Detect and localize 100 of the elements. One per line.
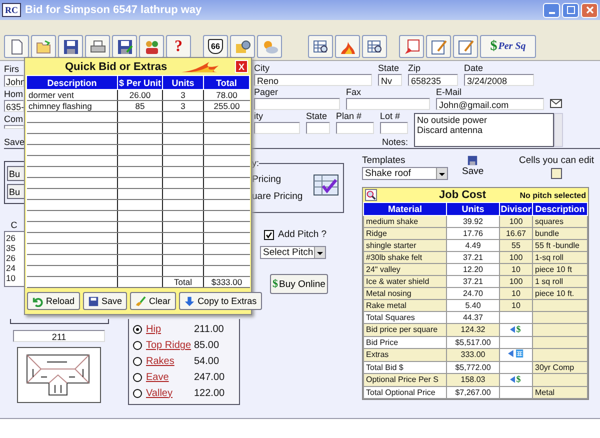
close-button[interactable]: [581, 2, 598, 18]
table-cell[interactable]: 37.21: [446, 252, 500, 264]
option-button[interactable]: Bu: [7, 184, 25, 199]
radio-button[interactable]: [133, 388, 142, 398]
field-label: Com: [4, 114, 24, 125]
calculator-button[interactable]: [508, 348, 524, 358]
table-cell[interactable]: 17.76: [446, 228, 500, 240]
close-button[interactable]: X: [235, 60, 248, 73]
list-item[interactable]: 35: [6, 243, 23, 253]
table-search-button[interactable]: [308, 35, 333, 58]
save-edit-button[interactable]: [112, 35, 137, 58]
spreadsheet-check-icon[interactable]: [312, 174, 339, 196]
status-text: No pitch selected: [520, 190, 586, 200]
print-button[interactable]: [85, 35, 110, 58]
phone-field[interactable]: 635-: [4, 100, 24, 112]
table-cell[interactable]: 158.03: [446, 374, 500, 386]
list-item[interactable]: 26: [6, 233, 23, 243]
table-search-button[interactable]: [362, 35, 387, 58]
new-button[interactable]: [4, 35, 29, 58]
field-label: Zip: [408, 63, 422, 74]
table-cell[interactable]: 37.21: [446, 276, 500, 288]
table-cell: 1 sq roll: [532, 276, 588, 288]
scrollbar[interactable]: [554, 113, 563, 147]
plan-number-field[interactable]: [336, 122, 374, 134]
checkbox-label[interactable]: Add Pitch ?: [278, 229, 327, 240]
field-label: Save: [4, 137, 24, 148]
option-button[interactable]: Bu: [7, 166, 25, 181]
radio-button[interactable]: [133, 356, 142, 366]
table-cell[interactable]: $7,267.00: [446, 386, 500, 398]
flames-button[interactable]: [335, 35, 360, 58]
radio-label[interactable]: Hip: [146, 324, 194, 336]
save-button[interactable]: [58, 35, 83, 58]
table-cell[interactable]: 5.40: [446, 300, 500, 312]
edit-doc-button[interactable]: [426, 35, 451, 58]
pager-field[interactable]: [254, 98, 340, 110]
field-label: ity: [254, 111, 264, 122]
save-button[interactable]: Save: [82, 292, 128, 310]
clear-button[interactable]: Clear: [130, 292, 176, 310]
brush-icon: [135, 296, 146, 306]
radio-button[interactable]: [133, 372, 142, 382]
table-cell[interactable]: 4.49: [446, 240, 500, 252]
floppy-icon: [88, 296, 99, 306]
option-label[interactable]: uare Pricing: [252, 191, 303, 202]
reload-button[interactable]: Reload: [27, 292, 80, 310]
checkbox[interactable]: [264, 230, 274, 240]
state-field[interactable]: [306, 122, 330, 134]
radio-label[interactable]: Eave: [146, 372, 194, 383]
email-field[interactable]: John@gmail.com: [436, 98, 544, 110]
table-cell[interactable]: 44.37: [446, 312, 500, 324]
table-cell: Bid Price: [364, 336, 446, 348]
open-button[interactable]: [31, 35, 56, 58]
table-cell[interactable]: 24.70: [446, 288, 500, 300]
table-cell: 78.00: [204, 90, 250, 100]
list-item[interactable]: 24: [6, 263, 23, 273]
length-field[interactable]: 211: [13, 330, 105, 342]
table-cell[interactable]: 333.00: [446, 348, 500, 362]
city-field[interactable]: [254, 122, 300, 134]
option-label[interactable]: Pricing: [252, 174, 303, 185]
notes-field[interactable]: No outside power Discard antenna: [414, 113, 554, 147]
zip-field[interactable]: 658235: [408, 74, 458, 86]
table-cell: 255.00: [204, 100, 250, 112]
save-button[interactable]: Save: [462, 155, 484, 177]
lot-number-field[interactable]: [380, 122, 408, 134]
table-cell: $333.00: [204, 276, 250, 288]
copy-button[interactable]: Copy to Extras: [178, 292, 262, 310]
radio-label[interactable]: Top Ridge: [146, 340, 194, 352]
table-cell[interactable]: $5,772.00: [446, 362, 500, 374]
envelope-icon[interactable]: [550, 99, 562, 108]
template-dropdown[interactable]: Shake roof: [362, 167, 448, 180]
table-cell[interactable]: 12.20: [446, 264, 500, 276]
state-field[interactable]: Nv: [378, 74, 402, 86]
per-square-button[interactable]: $Per Sq: [480, 35, 536, 58]
table-cell[interactable]: $5,517.00: [446, 336, 500, 348]
check-icon: [265, 230, 273, 238]
search-button[interactable]: [365, 189, 377, 201]
list-box[interactable]: 26 35 26 24 10: [4, 231, 24, 287]
minimize-button[interactable]: [543, 2, 560, 18]
table-cell[interactable]: 124.32: [446, 324, 500, 336]
help-button[interactable]: ?: [166, 35, 191, 58]
radio-label[interactable]: Valley: [146, 388, 194, 399]
pitch-dropdown[interactable]: Select Pitch: [260, 246, 326, 259]
list-item[interactable]: 26: [6, 253, 23, 263]
city-field[interactable]: Reno: [254, 74, 372, 86]
radio-label[interactable]: Rakes: [146, 356, 194, 367]
field-label: Lot #: [380, 111, 402, 122]
maximize-button[interactable]: [562, 2, 579, 18]
radio-button[interactable]: [133, 341, 142, 350]
edit-note-button[interactable]: [453, 35, 478, 58]
company-field[interactable]: [4, 125, 24, 129]
stamp-button[interactable]: [399, 35, 424, 58]
buy-online-button[interactable]: $Buy Online: [270, 274, 328, 294]
date-field[interactable]: 3/24/2008: [464, 74, 534, 86]
highway-sign-button[interactable]: 66: [203, 35, 228, 58]
flame-icon: [181, 60, 220, 73]
radio-button[interactable]: [133, 325, 142, 334]
table-cell[interactable]: 39.92: [446, 216, 500, 228]
people-button[interactable]: [139, 35, 164, 58]
fax-field[interactable]: [346, 98, 430, 110]
list-item[interactable]: 10: [6, 273, 23, 283]
settings-button[interactable]: [230, 35, 255, 58]
